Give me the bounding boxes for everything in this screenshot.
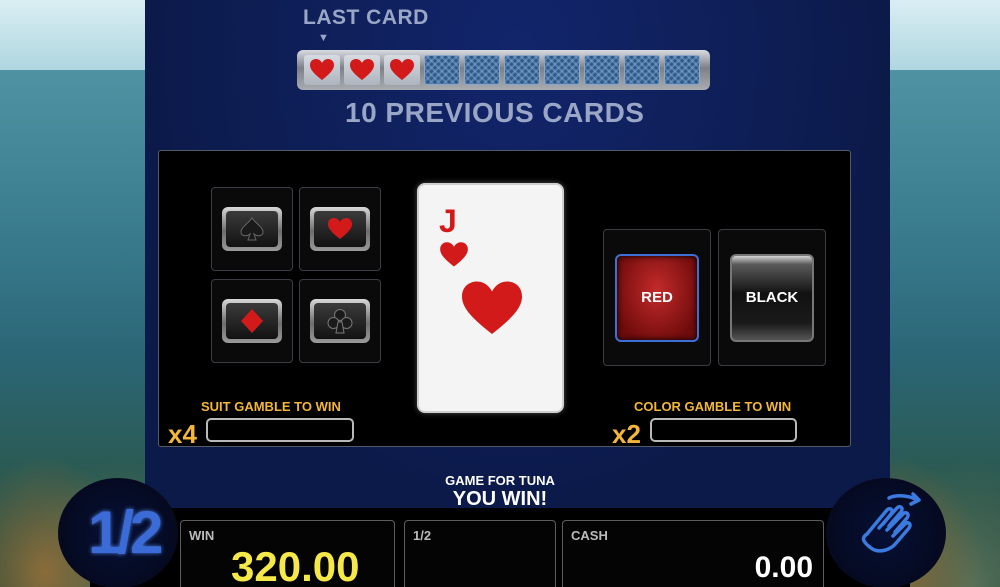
suit-cell-heart: [299, 187, 381, 271]
red-button[interactable]: RED: [615, 253, 699, 342]
spade-button[interactable]: [222, 207, 282, 251]
card-rank: J: [439, 203, 457, 239]
suit-multiplier: x4: [168, 419, 197, 449]
last-card-label: LAST CARD: [303, 6, 429, 29]
diamond-button[interactable]: [222, 299, 282, 343]
cash-box: CASH 0.00: [562, 520, 824, 587]
history-card-back: [544, 55, 580, 85]
history-card-back: [664, 55, 700, 85]
collect-hand-icon[interactable]: [853, 490, 925, 562]
color-cell-black: BLACK: [718, 229, 826, 366]
heart-icon: [390, 59, 414, 80]
half-label: 1/2: [413, 528, 432, 543]
history-card-back: [504, 55, 540, 85]
half-gamble-button[interactable]: 1/2: [88, 498, 163, 567]
heart-icon: [310, 59, 334, 80]
black-button[interactable]: BLACK: [730, 253, 814, 342]
card-small-heart-icon: [440, 242, 468, 267]
history-card-heart: [384, 55, 420, 85]
suit-gamble-label: SUIT GAMBLE TO WIN: [201, 399, 341, 414]
history-card-heart: [304, 55, 340, 85]
suit-cell-diamond: [211, 279, 293, 363]
club-icon: [327, 309, 353, 334]
history-card-back: [464, 55, 500, 85]
history-card-back: [424, 55, 460, 85]
history-card-heart: [344, 55, 380, 85]
suit-cell-spade: [211, 187, 293, 271]
cash-label: CASH: [571, 528, 608, 543]
win-value: 320.00: [231, 543, 360, 587]
current-card: J: [417, 183, 564, 413]
last-card-arrow-icon: ▼: [318, 32, 329, 44]
history-card-back: [624, 55, 660, 85]
half-box: 1/2: [404, 520, 556, 587]
win-box: WIN 320.00: [180, 520, 395, 587]
heart-icon: [350, 59, 374, 80]
color-gamble-label: COLOR GAMBLE TO WIN: [634, 399, 792, 414]
previous-cards-label: 10 PREVIOUS CARDS: [345, 97, 645, 128]
heart-icon: [328, 218, 352, 239]
heart-button[interactable]: [310, 207, 370, 251]
spade-icon: [240, 217, 264, 241]
card-center-heart-icon: [462, 281, 522, 334]
card-history-strip: [297, 50, 710, 90]
suit-gamble-value: [206, 418, 354, 442]
win-label: WIN: [189, 528, 215, 543]
diamond-icon: [241, 309, 263, 333]
color-cell-red: RED: [603, 229, 711, 366]
history-card-back: [584, 55, 620, 85]
club-button[interactable]: [310, 299, 370, 343]
color-multiplier: x2: [612, 419, 641, 449]
color-gamble-value: [650, 418, 797, 442]
suit-cell-club: [299, 279, 381, 363]
cash-value: 0.00: [754, 551, 813, 584]
